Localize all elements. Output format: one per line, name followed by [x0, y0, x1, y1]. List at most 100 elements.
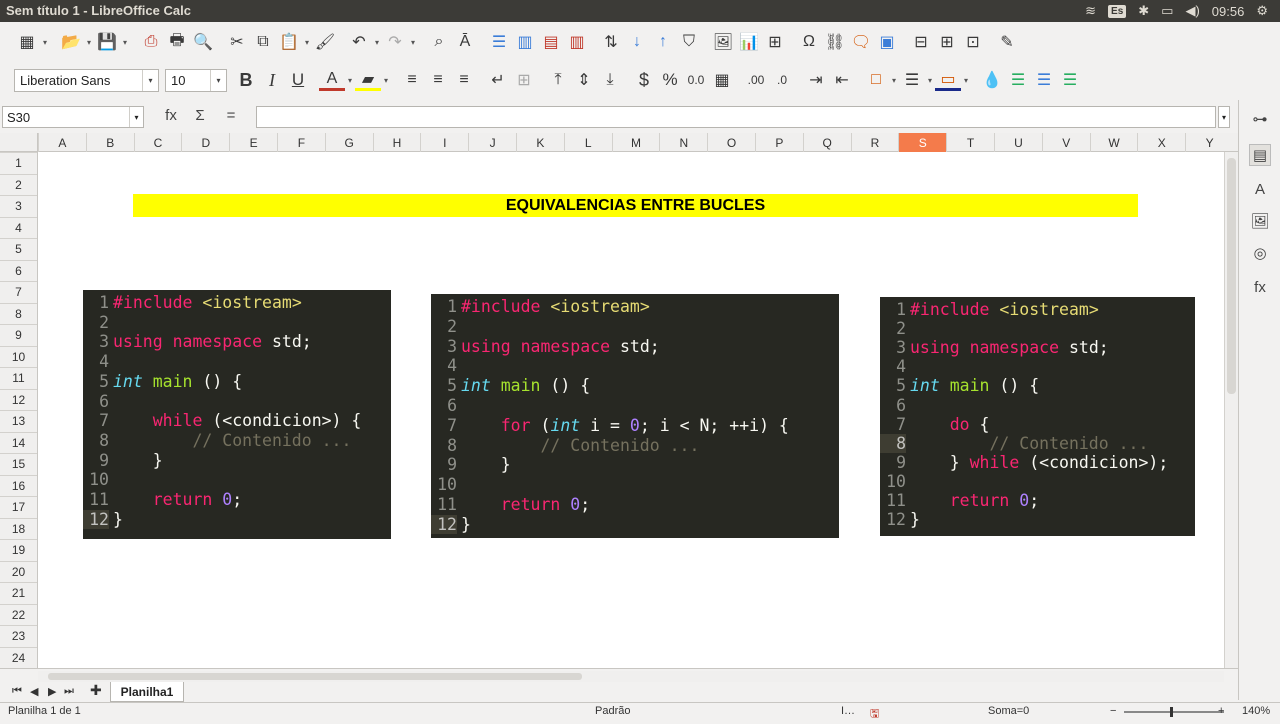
battery-icon[interactable]: ▭: [1161, 3, 1173, 19]
align-bottom-icon[interactable]: ⤓: [597, 67, 623, 93]
column-header-l[interactable]: L: [563, 133, 612, 152]
column-header-x[interactable]: X: [1137, 133, 1185, 152]
comment-icon[interactable]: 🗨: [848, 29, 874, 55]
row-header-15[interactable]: 15: [0, 453, 37, 475]
headers-footers-icon[interactable]: ▣: [874, 29, 900, 55]
column-header-u[interactable]: U: [994, 133, 1042, 152]
row-header-22[interactable]: 22: [0, 603, 37, 626]
borders-icon[interactable]: □: [863, 67, 889, 93]
column-header-b[interactable]: B: [85, 133, 134, 152]
gallery-icon[interactable]: 🖼: [1249, 210, 1271, 232]
border-color-icon[interactable]: ▭: [935, 69, 961, 91]
column-header-j[interactable]: J: [468, 133, 516, 152]
column-header-p[interactable]: P: [755, 133, 803, 152]
zoom-out-icon[interactable]: −: [1110, 705, 1116, 717]
chevron-down-icon[interactable]: ▾: [142, 69, 158, 91]
sort-descending-icon[interactable]: ↑: [650, 29, 676, 55]
open-dropdown[interactable]: ▾: [84, 38, 94, 47]
delete-column-icon[interactable]: ▥: [564, 29, 590, 55]
paste-dropdown[interactable]: ▾: [302, 38, 312, 47]
chevron-down-icon[interactable]: ▾: [129, 107, 143, 127]
font-name-combo[interactable]: Liberation Sans ▾: [14, 68, 159, 92]
selection-mode-icon[interactable]: I…: [841, 705, 855, 717]
row-header-9[interactable]: 9: [0, 324, 37, 346]
center-vertically-icon[interactable]: ⇕: [571, 67, 597, 93]
column-header-h[interactable]: H: [372, 133, 421, 152]
show-draw-functions-icon[interactable]: ✎: [994, 29, 1020, 55]
pivot-table-icon[interactable]: ⊞: [762, 29, 788, 55]
sort-icon[interactable]: ⇅: [598, 29, 624, 55]
row-header-12[interactable]: 12: [0, 388, 37, 411]
spreadsheet-grid[interactable]: ABCDEFGHIJKLMNOPQRSTUVWXY 1 2 3 4 5 6 7 8 9 10 11 1…: [0, 133, 1238, 668]
undo-dropdown[interactable]: ▾: [372, 38, 382, 47]
open-folder-icon[interactable]: 📂: [58, 29, 84, 55]
row-header-10[interactable]: 10: [0, 345, 37, 368]
data-bar-icon[interactable]: ☰: [1031, 67, 1057, 93]
column-header-k[interactable]: K: [516, 133, 564, 152]
font-color-icon[interactable]: A: [319, 69, 345, 91]
icon-set-icon[interactable]: ☰: [1057, 67, 1083, 93]
properties-icon[interactable]: ▤: [1249, 144, 1271, 166]
split-window-icon[interactable]: ⊡: [960, 29, 986, 55]
sum-button[interactable]: Σ: [189, 107, 211, 124]
column-header-s[interactable]: S: [898, 133, 947, 152]
insert-chart-icon[interactable]: 📊: [736, 29, 762, 55]
row-header-4[interactable]: 4: [0, 216, 37, 239]
hyperlink-icon[interactable]: ⛓: [822, 29, 848, 55]
new-spreadsheet-icon[interactable]: ▦: [14, 29, 40, 55]
zoom-slider-knob[interactable]: [1170, 707, 1173, 717]
column-header-r[interactable]: R: [850, 133, 899, 152]
sort-ascending-icon[interactable]: ↓: [624, 29, 650, 55]
color-scale-icon[interactable]: ☰: [1005, 67, 1031, 93]
border-style-icon[interactable]: ☰: [899, 67, 925, 93]
borders-dropdown[interactable]: ▾: [889, 76, 899, 85]
merge-cells-icon[interactable]: ⊞: [511, 67, 537, 93]
column-header-a[interactable]: A: [38, 133, 86, 152]
name-box[interactable]: S30 ▾: [2, 106, 144, 128]
row-header-16[interactable]: 16: [0, 474, 37, 497]
border-color-dropdown[interactable]: ▾: [961, 76, 971, 85]
print-preview-icon[interactable]: 🔍: [190, 29, 216, 55]
bold-icon[interactable]: B: [233, 67, 259, 93]
zoom-in-icon[interactable]: +: [1218, 705, 1224, 717]
row-header-23[interactable]: 23: [0, 625, 37, 647]
next-sheet-icon[interactable]: ▶: [48, 685, 56, 698]
formula-input[interactable]: [256, 106, 1216, 128]
print-icon[interactable]: 🖶: [164, 29, 190, 55]
row-header-3[interactable]: 3: [0, 195, 37, 217]
save-dropdown[interactable]: ▾: [120, 38, 130, 47]
column-header-o[interactable]: O: [707, 133, 755, 152]
column-header-g[interactable]: G: [324, 133, 373, 152]
copy-icon[interactable]: ⧉: [250, 29, 276, 55]
scroll-thumb[interactable]: [48, 673, 582, 680]
increase-indent-icon[interactable]: ⇥: [803, 67, 829, 93]
sidebar-settings-icon[interactable]: ⊶: [1249, 108, 1271, 130]
functions-icon[interactable]: fx: [1249, 276, 1271, 298]
delete-row-icon[interactable]: ▤: [538, 29, 564, 55]
row-header-1[interactable]: 1: [0, 152, 37, 174]
row-header-20[interactable]: 20: [0, 560, 37, 583]
decrease-indent-icon[interactable]: ⇤: [829, 67, 855, 93]
vertical-scrollbar[interactable]: [1224, 152, 1238, 668]
spelling-icon[interactable]: Ā: [452, 29, 478, 55]
gear-icon[interactable]: ⚙: [1256, 3, 1268, 19]
currency-format-icon[interactable]: $: [631, 67, 657, 93]
chevron-down-icon[interactable]: ▾: [210, 69, 226, 91]
number-format-icon[interactable]: 0.0: [683, 67, 709, 93]
zoom-slider[interactable]: [1124, 711, 1224, 713]
define-print-area-icon[interactable]: ⊟: [908, 29, 934, 55]
styles-icon[interactable]: A: [1249, 178, 1271, 200]
column-header-n[interactable]: N: [659, 133, 707, 152]
sum-display[interactable]: Soma=0: [988, 705, 1029, 717]
font-size-combo[interactable]: 10 ▾: [165, 68, 227, 92]
scroll-thumb[interactable]: [1227, 158, 1236, 394]
align-center-icon[interactable]: ≡: [425, 67, 451, 93]
select-all-corner[interactable]: [0, 133, 38, 152]
column-header-d[interactable]: D: [181, 133, 229, 152]
column-header-t[interactable]: T: [946, 133, 994, 152]
first-sheet-icon[interactable]: ⏮: [12, 685, 22, 698]
underline-icon[interactable]: U: [285, 67, 311, 93]
column-header-w[interactable]: W: [1089, 133, 1138, 152]
redo-icon[interactable]: ↷: [382, 29, 408, 55]
row-header-13[interactable]: 13: [0, 410, 37, 432]
